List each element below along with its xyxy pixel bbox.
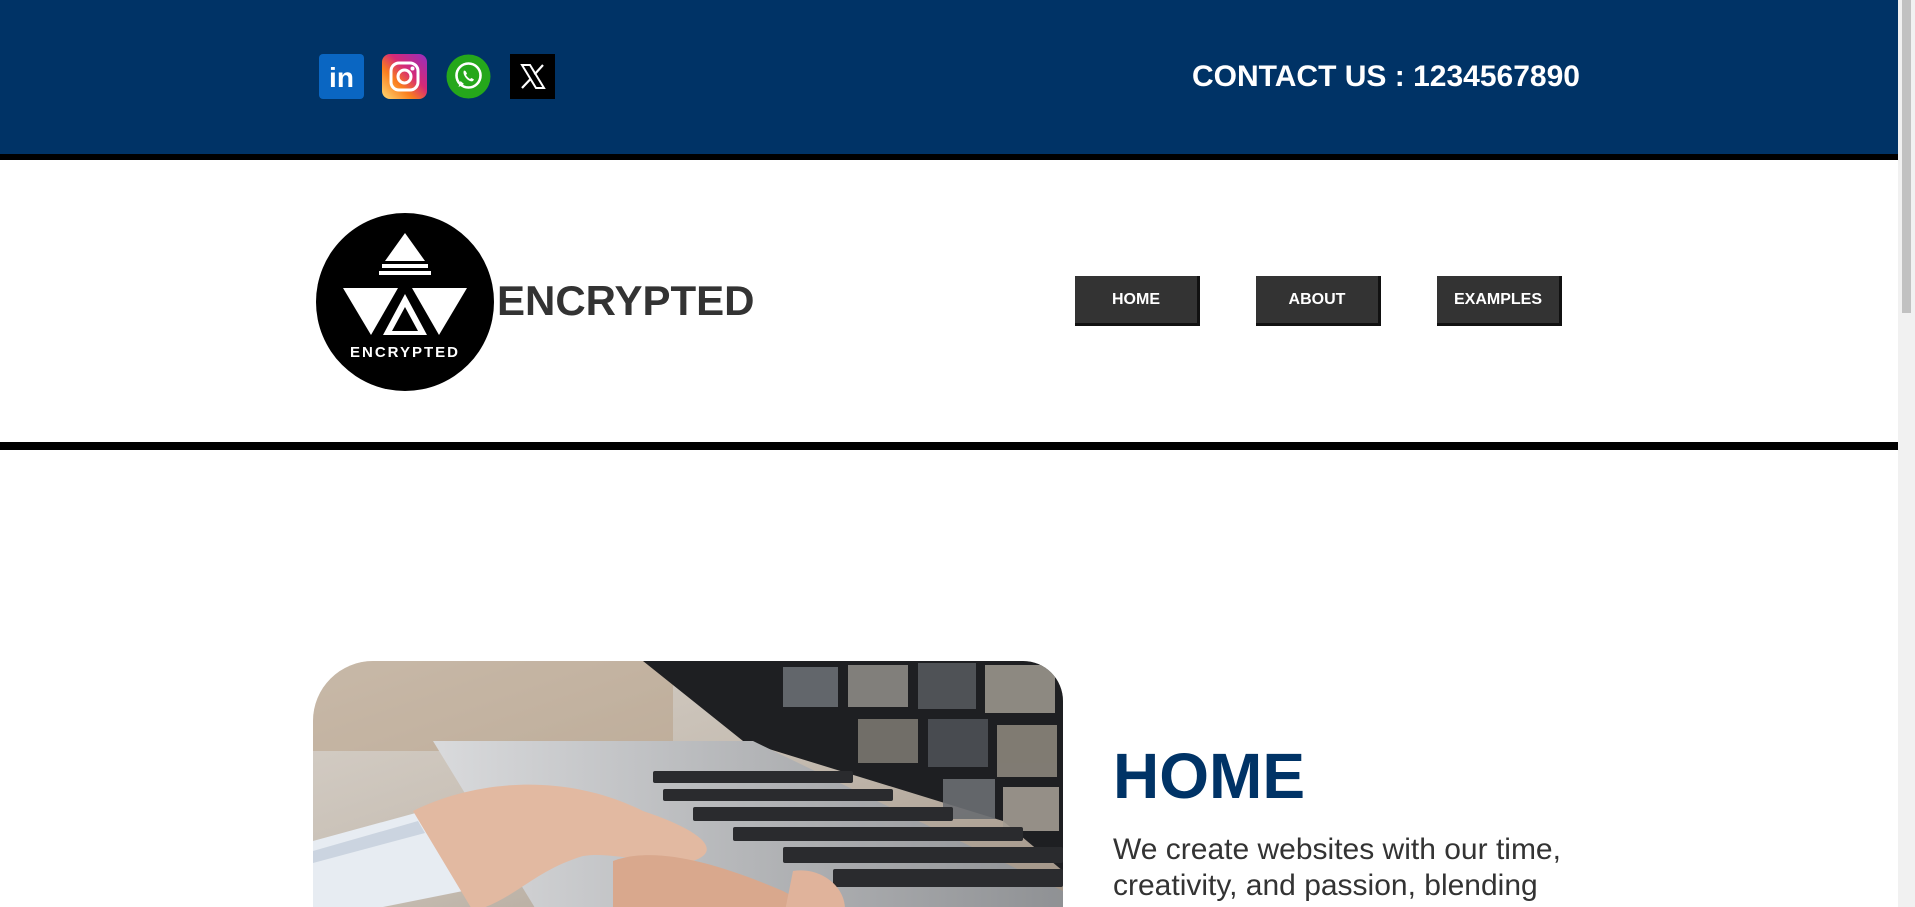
contact-phone: CONTACT US : 1234567890 — [1192, 60, 1580, 93]
top-bar — [0, 0, 1898, 154]
hero-image — [313, 661, 1063, 907]
x-icon[interactable] — [510, 54, 555, 99]
brand-name: ENCRYPTED — [497, 277, 755, 324]
logo[interactable]: ENCRYPTED — [316, 213, 494, 391]
top-divider — [0, 154, 1898, 160]
whatsapp-icon[interactable] — [446, 54, 491, 99]
page: in CONTACT US: 1234567890 ENCRYPTED ENC… — [0, 0, 1898, 907]
nav-about-button[interactable]: ABOUT — [1256, 276, 1381, 326]
instagram-icon[interactable] — [382, 54, 427, 99]
linkedin-glyph: in — [329, 62, 354, 93]
hero-description: We create websites with our time, creati… — [1113, 833, 1561, 902]
hero-title: HOME — [1113, 740, 1305, 812]
linkedin-icon[interactable]: in — [319, 54, 364, 99]
scrollbar-thumb[interactable] — [1902, 0, 1911, 313]
nav-home-button[interactable]: HOME — [1075, 276, 1200, 326]
header-divider — [0, 442, 1898, 450]
logo-text: ENCRYPTED — [350, 344, 460, 361]
nav-examples-button[interactable]: EXAMPLES — [1437, 276, 1562, 326]
